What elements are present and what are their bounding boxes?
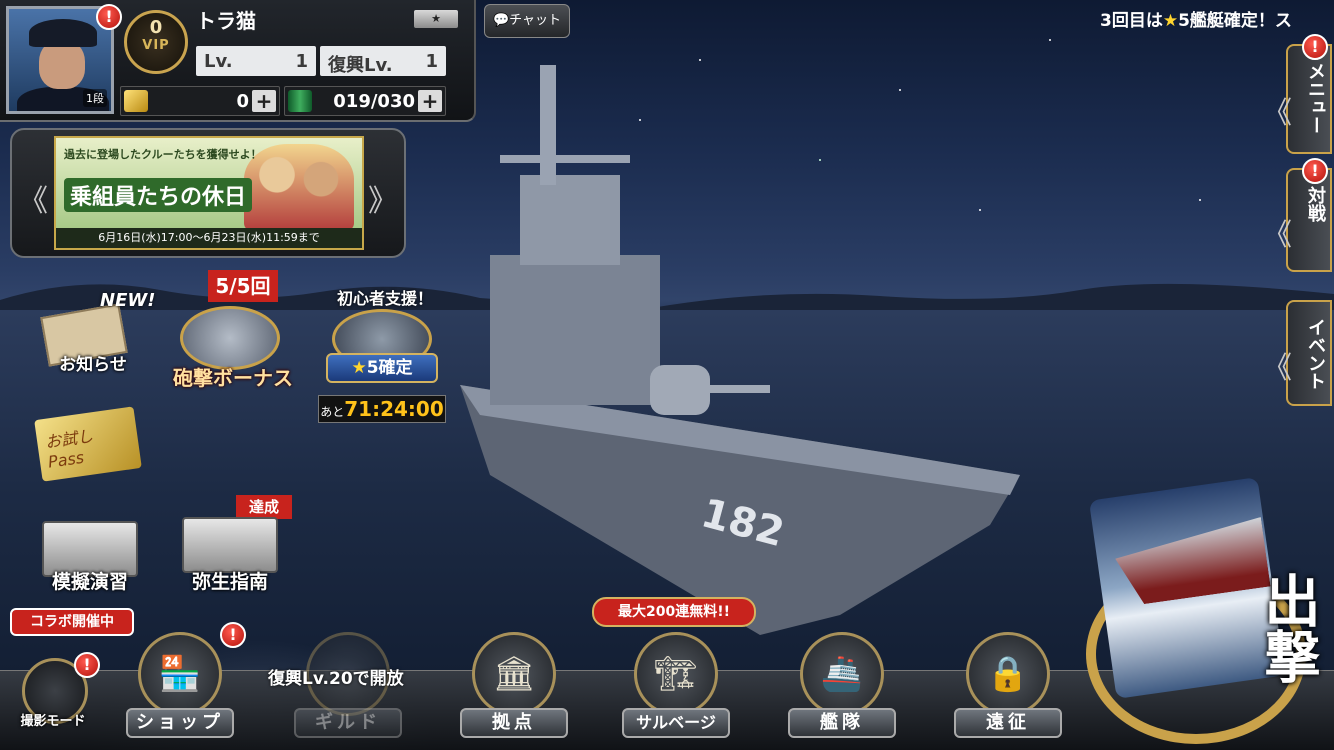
chevron-left-icon: 《 (1262, 350, 1292, 386)
shop-icon: 🏪 (158, 654, 202, 694)
player-name: トラ猫 (196, 9, 256, 33)
fleet-button[interactable]: 🚢 艦隊 (784, 632, 900, 742)
bombard-bonus-button[interactable]: 5/5回 砲撃ボーナス (158, 270, 308, 400)
add-fuel-button[interactable]: + (418, 90, 442, 112)
profile-alert-icon: ! (96, 4, 122, 30)
menu-tab[interactable]: 《 メニュー ! (1262, 34, 1332, 154)
vip-level: 0 (149, 17, 163, 38)
fuel-resource: 019/030 + (284, 86, 446, 116)
achieved-badge: 達成 (236, 495, 292, 519)
event-tab[interactable]: 《 イベント (1262, 300, 1332, 406)
lock-icon: 🔒 (986, 654, 1030, 694)
notice-button[interactable]: NEW! お知らせ (38, 290, 155, 380)
yayoi-guide-button[interactable]: 達成 弥生指南 (170, 495, 292, 595)
base-button[interactable]: 🏛 拠点 (456, 632, 572, 742)
gold-value: 0 (236, 91, 249, 112)
destroyer-ship: 182 (460, 65, 1020, 635)
banner-dates: 6月16日(水)17:00～6月23日(水)11:59まで (56, 228, 362, 248)
guild-unlock-note: 復興Lv.20で開放 (268, 669, 404, 689)
warships-icon: 🚢 (820, 654, 864, 694)
fukko-level: 1 (425, 51, 438, 72)
sortie-button[interactable]: 出撃 (1080, 477, 1334, 750)
event-banner[interactable]: 過去に登場したクルーたちを獲得せよ！ 乗組員たちの休日 6月16日(水)17:0… (54, 136, 364, 250)
building-icon: 🏛 (492, 654, 536, 694)
shop-button[interactable]: 🏪 ショップ (122, 632, 238, 742)
salvage-button[interactable]: 🏗 サルベージ (618, 632, 734, 742)
add-gold-button[interactable]: + (252, 90, 276, 112)
chat-button[interactable]: 💬チャット (484, 4, 570, 38)
fuel-value: 019/030 (333, 91, 415, 112)
vip-label: VIP (142, 38, 170, 53)
camera-alert-icon: ! (74, 652, 100, 678)
fuel-drum-icon (288, 90, 312, 112)
news-ticker[interactable]: 3回目は★5艦艇確定！ス (1100, 6, 1334, 31)
collab-badge[interactable]: コラボ開催中 (10, 608, 134, 636)
sortie-label: 出撃 (1255, 572, 1320, 684)
battleship-emblem-icon (180, 306, 280, 370)
support-timer: あと71:24:00 (318, 395, 446, 423)
chevron-left-icon: 《 (1262, 96, 1292, 132)
pass-card-icon: お試しPass (34, 406, 142, 482)
level-box: Lv. 1 (196, 46, 316, 76)
new-badge: NEW! (100, 290, 156, 311)
player-level: 1 (295, 51, 308, 72)
mock-exercise-button[interactable]: 模擬演習 (30, 515, 150, 595)
rank-stripes-icon: ★ (414, 10, 458, 28)
shop-alert-icon: ! (220, 622, 246, 648)
guide-character-icon (182, 517, 278, 573)
five-star-guarantee: ★5確定 (326, 353, 438, 383)
expedition-button[interactable]: 🔒 遠征 (950, 632, 1066, 742)
gold-resource: 0 + (120, 86, 280, 116)
chevron-left-icon: 《 (1262, 218, 1292, 253)
banner-title: 乗組員たちの休日 (64, 178, 253, 212)
bonus-count-badge: 5/5回 (208, 270, 278, 302)
battle-alert-icon: ! (1302, 158, 1328, 184)
salvage-free-badge: 最大200連無料!! (592, 597, 756, 627)
event-banner-carousel[interactable]: 《 過去に登場したクルーたちを獲得せよ！ 乗組員たちの休日 6月16日(水)17… (10, 128, 406, 258)
fukko-level-box: 復興Lv. 1 (320, 46, 446, 76)
trial-pass-button[interactable]: お試しPass (34, 405, 144, 485)
banner-prev-arrow[interactable]: 《 (18, 176, 48, 220)
rank-label: 1段 (83, 89, 107, 107)
player-profile-panel[interactable]: 1段 ! 0 VIP トラ猫 ★ Lv. 1 復興Lv. 1 0 + 019/0… (0, 0, 476, 122)
pvp-battle-tab[interactable]: 《 対戦 ! (1262, 158, 1332, 272)
gold-bar-icon (124, 90, 148, 112)
crane-icon: 🏗 (654, 654, 698, 694)
vip-badge[interactable]: 0 VIP (124, 10, 188, 74)
beginner-support-button[interactable]: 初心者支援！ ★5確定 あと71:24:00 (312, 285, 452, 425)
menu-alert-icon: ! (1302, 34, 1328, 60)
banner-next-arrow[interactable]: 》 (368, 176, 398, 220)
